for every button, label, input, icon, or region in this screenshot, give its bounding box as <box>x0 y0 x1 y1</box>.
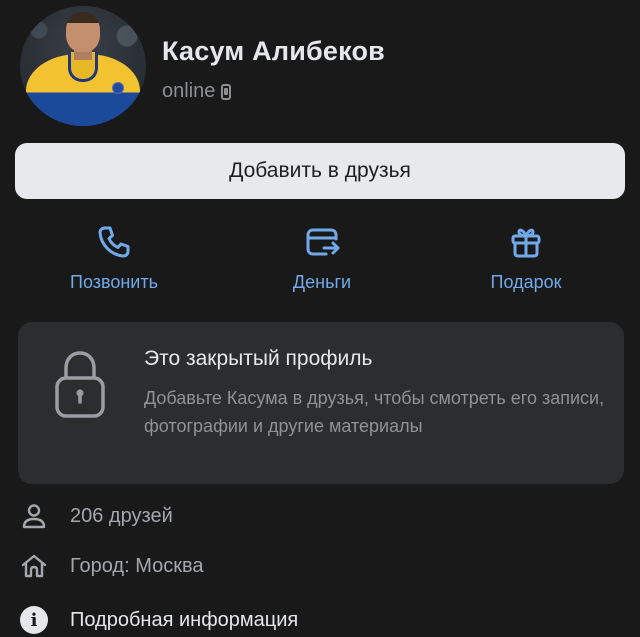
private-profile-card: Это закрытый профиль Добавьте Касума в д… <box>18 322 624 484</box>
avatar-badge <box>112 82 124 94</box>
online-status: online <box>162 80 232 103</box>
gift-label: Подарок <box>490 272 562 292</box>
money-label: Деньги <box>292 272 352 292</box>
friends-count-row[interactable]: 206 друзей <box>20 499 173 533</box>
info-icon: i <box>20 606 48 634</box>
friends-count: 206 друзей <box>70 504 173 527</box>
gift-icon <box>511 228 541 258</box>
private-profile-title: Это закрытый профиль <box>144 347 373 370</box>
status-text: online <box>162 80 216 102</box>
avatar[interactable] <box>20 6 146 126</box>
detailed-info-label: Подробная информация <box>70 608 299 631</box>
city-row: Город: Москва <box>20 549 204 583</box>
money-button[interactable]: Деньги <box>252 222 392 300</box>
money-card-icon <box>306 228 340 256</box>
gift-button[interactable]: Подарок <box>456 222 596 300</box>
profile-name: Касум Алибеков <box>162 36 385 66</box>
person-icon <box>22 504 46 529</box>
mobile-device-icon <box>221 83 232 100</box>
avatar-head <box>66 12 100 52</box>
profile-header: Касум Алибеков online <box>18 6 622 128</box>
detailed-info-row[interactable]: i Подробная информация <box>20 603 298 637</box>
call-button[interactable]: Позвонить <box>44 222 184 300</box>
private-profile-description: Добавьте Касума в друзья, чтобы смотреть… <box>144 388 605 436</box>
call-label: Позвонить <box>70 272 158 292</box>
phone-icon <box>98 226 130 258</box>
city-text: Город: Москва <box>70 554 204 577</box>
add-friend-button[interactable]: Добавить в друзья <box>15 143 625 199</box>
home-icon <box>21 554 47 578</box>
lock-icon <box>55 351 105 418</box>
